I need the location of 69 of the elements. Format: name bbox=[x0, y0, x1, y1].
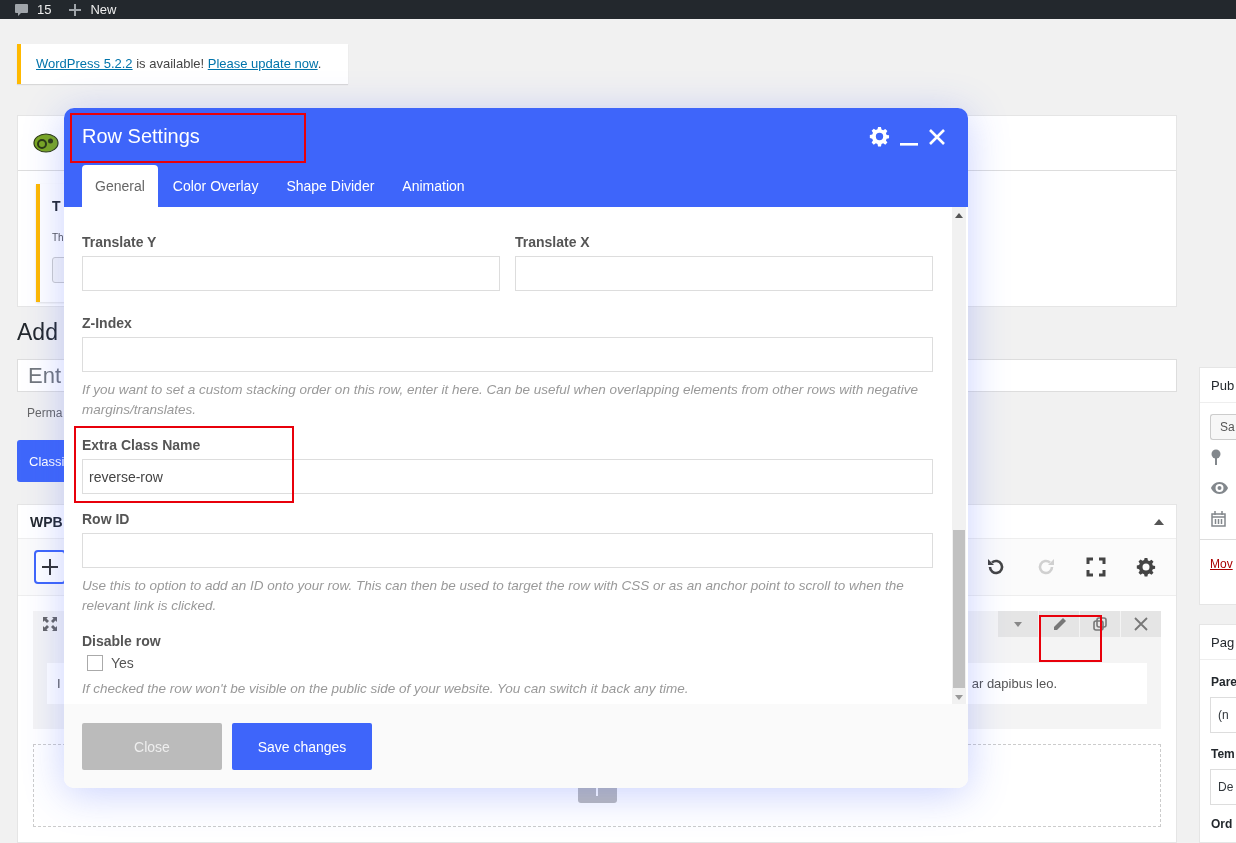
save-draft-button[interactable]: Sa bbox=[1210, 414, 1236, 440]
help-text: If you want to set a custom stacking order on this row, enter it here. Can be useful when overlapping elements from other rows with negative margins/translates. bbox=[82, 381, 919, 419]
tab[interactable]: Shape Divider bbox=[273, 165, 388, 207]
scrollbar[interactable] bbox=[952, 207, 966, 704]
copy-icon bbox=[1093, 617, 1107, 631]
close-icon bbox=[1134, 617, 1148, 631]
plus-icon bbox=[42, 559, 58, 575]
annotation-frame bbox=[1039, 615, 1102, 662]
text-block-end: ar dapibus leo. bbox=[971, 676, 1057, 691]
checkbox[interactable] bbox=[87, 655, 103, 671]
save-changes-button[interactable]: Save changes bbox=[232, 723, 372, 770]
input-field[interactable]: reverse-row bbox=[82, 459, 933, 494]
panel-title: WPB bbox=[30, 513, 63, 530]
undo-icon[interactable] bbox=[986, 557, 1006, 577]
checkbox-label: Yes bbox=[111, 655, 134, 671]
fullscreen-icon[interactable] bbox=[1086, 557, 1106, 577]
dialog-title: Row Settings bbox=[82, 125, 200, 148]
page-heading: Add bbox=[17, 319, 58, 346]
add-element-button[interactable] bbox=[34, 550, 66, 584]
panel-title: Pub bbox=[1200, 368, 1236, 403]
input-field[interactable] bbox=[82, 533, 933, 568]
calendar-icon bbox=[1211, 511, 1226, 527]
help-text: Use this to option to add an ID onto your row. This can then be used to target the row with CSS or as an anchor point to scroll to when the relevant link is clicked. bbox=[82, 577, 905, 615]
caret-up-icon[interactable] bbox=[1154, 518, 1164, 525]
text-block-start: I bbox=[57, 676, 61, 691]
field-label: Translate X bbox=[515, 233, 591, 252]
field-label: Z-Index bbox=[82, 314, 133, 333]
permalink-label: Perma bbox=[27, 406, 63, 421]
pin-icon bbox=[1211, 449, 1221, 465]
field-label: Disable row bbox=[82, 632, 162, 651]
panel-title: Pag bbox=[1200, 625, 1236, 660]
trash-link[interactable]: Mov bbox=[1210, 557, 1233, 571]
settings-icon[interactable] bbox=[1136, 557, 1156, 577]
eye-icon bbox=[1211, 482, 1228, 494]
tab[interactable]: Color Overlay bbox=[159, 165, 272, 207]
gear-pair-icon bbox=[33, 131, 59, 154]
update-link[interactable]: Please update now bbox=[207, 56, 318, 72]
comment-icon[interactable] bbox=[15, 3, 28, 16]
scroll-up-icon[interactable] bbox=[955, 213, 963, 218]
field-label: Pare bbox=[1210, 675, 1236, 689]
row-control-button[interactable] bbox=[1121, 611, 1161, 637]
parent-select[interactable]: (n bbox=[1210, 697, 1236, 733]
pencil-icon bbox=[1052, 617, 1066, 631]
plus-icon[interactable] bbox=[69, 3, 82, 16]
help-text: If checked the row won't be visible on the public side of your website. You can switch it back any time. bbox=[82, 680, 690, 698]
caret-down-icon bbox=[1014, 621, 1022, 627]
expand-icon[interactable] bbox=[43, 617, 57, 631]
scrollbar-thumb[interactable] bbox=[953, 530, 965, 688]
template-select[interactable]: De bbox=[1210, 769, 1236, 805]
update-notice-text: WordPress 5.2.2 is available! Please update now. bbox=[36, 56, 322, 72]
field-label: Translate Y bbox=[82, 233, 158, 252]
close-icon[interactable] bbox=[928, 127, 946, 146]
input-field[interactable] bbox=[515, 256, 933, 291]
plugin-notice-text: Th bbox=[52, 231, 64, 243]
field-label: Extra Class Name bbox=[82, 436, 202, 455]
plugin-notice-heading: T bbox=[52, 197, 61, 214]
tab[interactable]: Animation bbox=[389, 165, 478, 207]
tab[interactable]: General bbox=[82, 165, 158, 207]
settings-icon[interactable] bbox=[869, 126, 890, 147]
scroll-down-icon[interactable] bbox=[955, 695, 963, 700]
new-link[interactable]: New bbox=[90, 2, 117, 17]
comments-count[interactable]: 15 bbox=[37, 2, 52, 17]
field-label: Row ID bbox=[82, 510, 131, 529]
field-label: Ord bbox=[1210, 817, 1234, 831]
input-field[interactable] bbox=[82, 256, 500, 291]
field-label: Tem bbox=[1210, 747, 1236, 761]
update-link[interactable]: WordPress 5.2.2 bbox=[36, 56, 133, 72]
row-control-button[interactable] bbox=[1080, 611, 1120, 637]
input-field[interactable] bbox=[82, 337, 933, 372]
